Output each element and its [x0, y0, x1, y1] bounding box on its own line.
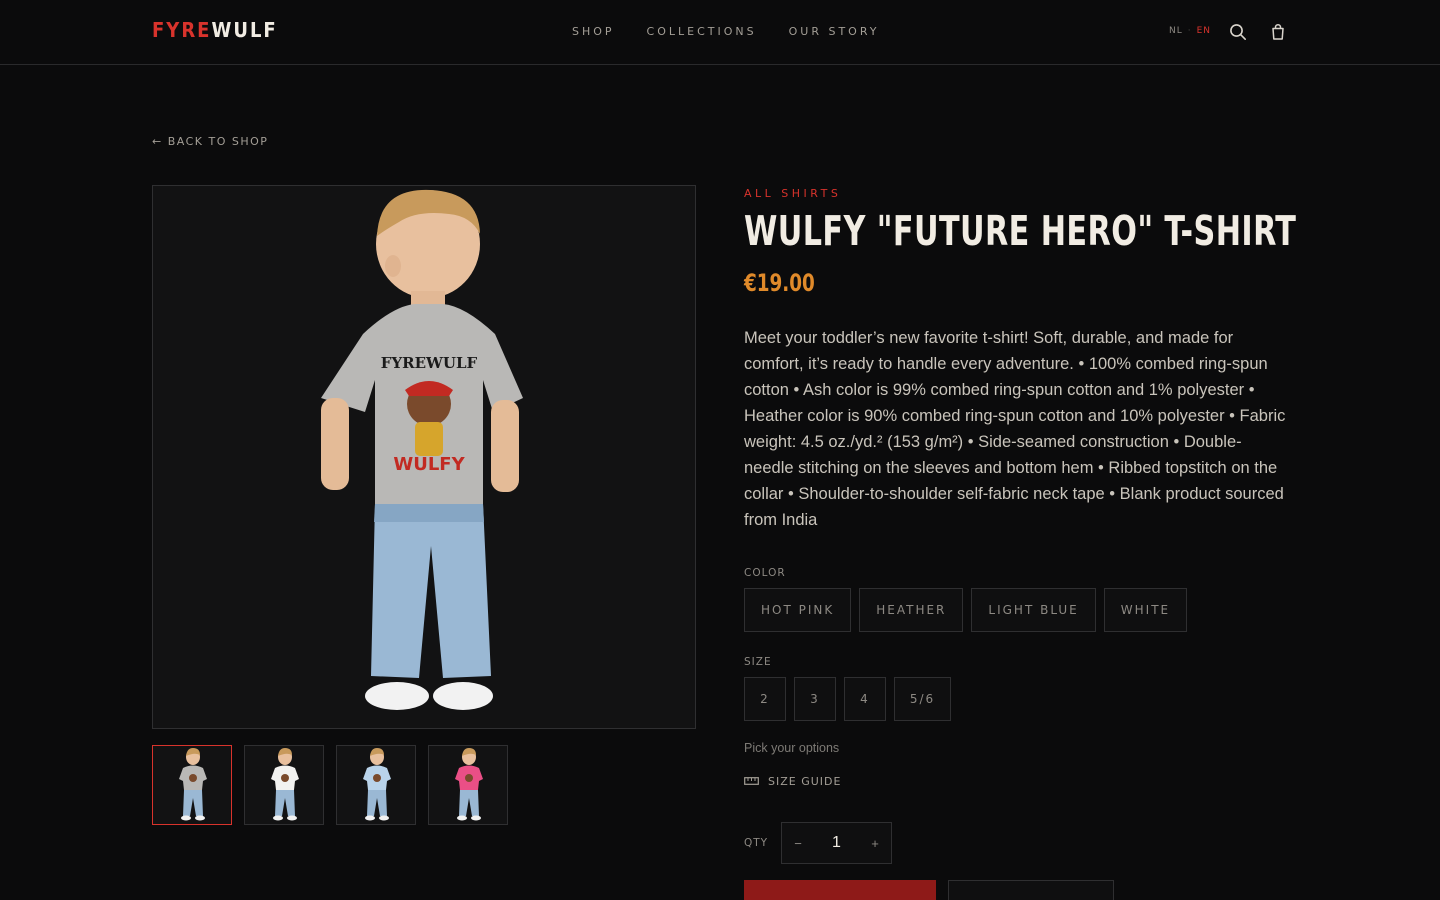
product-description: Meet your toddler’s new favorite t-shirt…	[744, 329, 1286, 529]
site-header: FYREWULF SHOP COLLECTIONS OUR STORY NL · E…	[0, 0, 1440, 65]
lang-en[interactable]: EN	[1197, 26, 1211, 36]
shopping-bag-icon[interactable]	[1269, 23, 1287, 41]
nav-shop[interactable]: SHOP	[572, 25, 615, 38]
color-option-heather[interactable]: HEATHER	[859, 588, 964, 632]
product-category[interactable]: ALL SHIRTS	[744, 187, 1289, 200]
logo-fyre: FYRE	[152, 18, 212, 42]
size-guide-label: SIZE GUIDE	[768, 775, 842, 788]
action-buttons	[744, 880, 1289, 900]
size-option-5-6[interactable]: 5/6	[894, 677, 951, 721]
size-options: 2 3 4 5/6	[744, 677, 1289, 721]
quantity-stepper: − 1 +	[781, 822, 892, 864]
color-options: HOT PINK HEATHER LIGHT BLUE WHITE	[744, 588, 1289, 632]
color-option-light-blue[interactable]: LIGHT BLUE	[971, 588, 1096, 632]
logo-wulf: WULF	[211, 18, 278, 42]
thumbnail-2[interactable]	[244, 745, 324, 825]
quantity-row: QTY − 1 +	[744, 822, 1289, 864]
options-hint: Pick your options	[744, 741, 840, 755]
back-to-shop-link[interactable]: ← BACK TO SHOP	[152, 135, 268, 148]
secondary-action-button[interactable]	[948, 880, 1114, 900]
svg-text:WULFY: WULFY	[393, 454, 465, 475]
brand-logo[interactable]: FYREWULF	[152, 18, 278, 42]
thumbnail-strip	[152, 745, 508, 825]
ruler-icon	[744, 775, 759, 788]
qty-label: QTY	[744, 837, 769, 849]
product-info: ALL SHIRTS WULFY "FUTURE HERO" T-SHIRT €…	[744, 185, 1297, 900]
product-price: €19.00	[744, 269, 815, 297]
qty-value[interactable]: 1	[814, 834, 859, 852]
size-option-2[interactable]: 2	[744, 677, 786, 721]
size-guide-link[interactable]: SIZE GUIDE	[744, 775, 1289, 788]
thumbnail-3[interactable]	[336, 745, 416, 825]
size-option-4[interactable]: 4	[844, 677, 886, 721]
qty-increment-button[interactable]: +	[859, 836, 891, 851]
thumbnail-1[interactable]	[152, 745, 232, 825]
svg-text:FYREWULF: FYREWULF	[381, 354, 478, 372]
add-to-cart-button[interactable]	[744, 880, 936, 900]
lang-nl[interactable]: NL	[1169, 26, 1183, 36]
color-option-hot-pink[interactable]: HOT PINK	[744, 588, 852, 632]
nav-our-story[interactable]: OUR STORY	[789, 25, 880, 38]
language-switcher: NL · EN	[1169, 26, 1211, 36]
lang-separator: ·	[1187, 26, 1192, 36]
search-icon[interactable]	[1229, 23, 1247, 41]
main-product-image[interactable]: FYREWULF WULFY	[152, 185, 696, 729]
main-nav: SHOP COLLECTIONS OUR STORY	[572, 25, 879, 38]
qty-decrement-button[interactable]: −	[782, 836, 814, 851]
nav-collections[interactable]: COLLECTIONS	[647, 25, 757, 38]
thumbnail-4[interactable]	[428, 745, 508, 825]
size-label: SIZE	[744, 656, 772, 668]
product-title: WULFY "FUTURE HERO" T-SHIRT	[744, 207, 1297, 255]
color-option-white[interactable]: WHITE	[1103, 588, 1188, 632]
color-label: COLOR	[744, 567, 786, 579]
size-option-3[interactable]: 3	[794, 677, 836, 721]
